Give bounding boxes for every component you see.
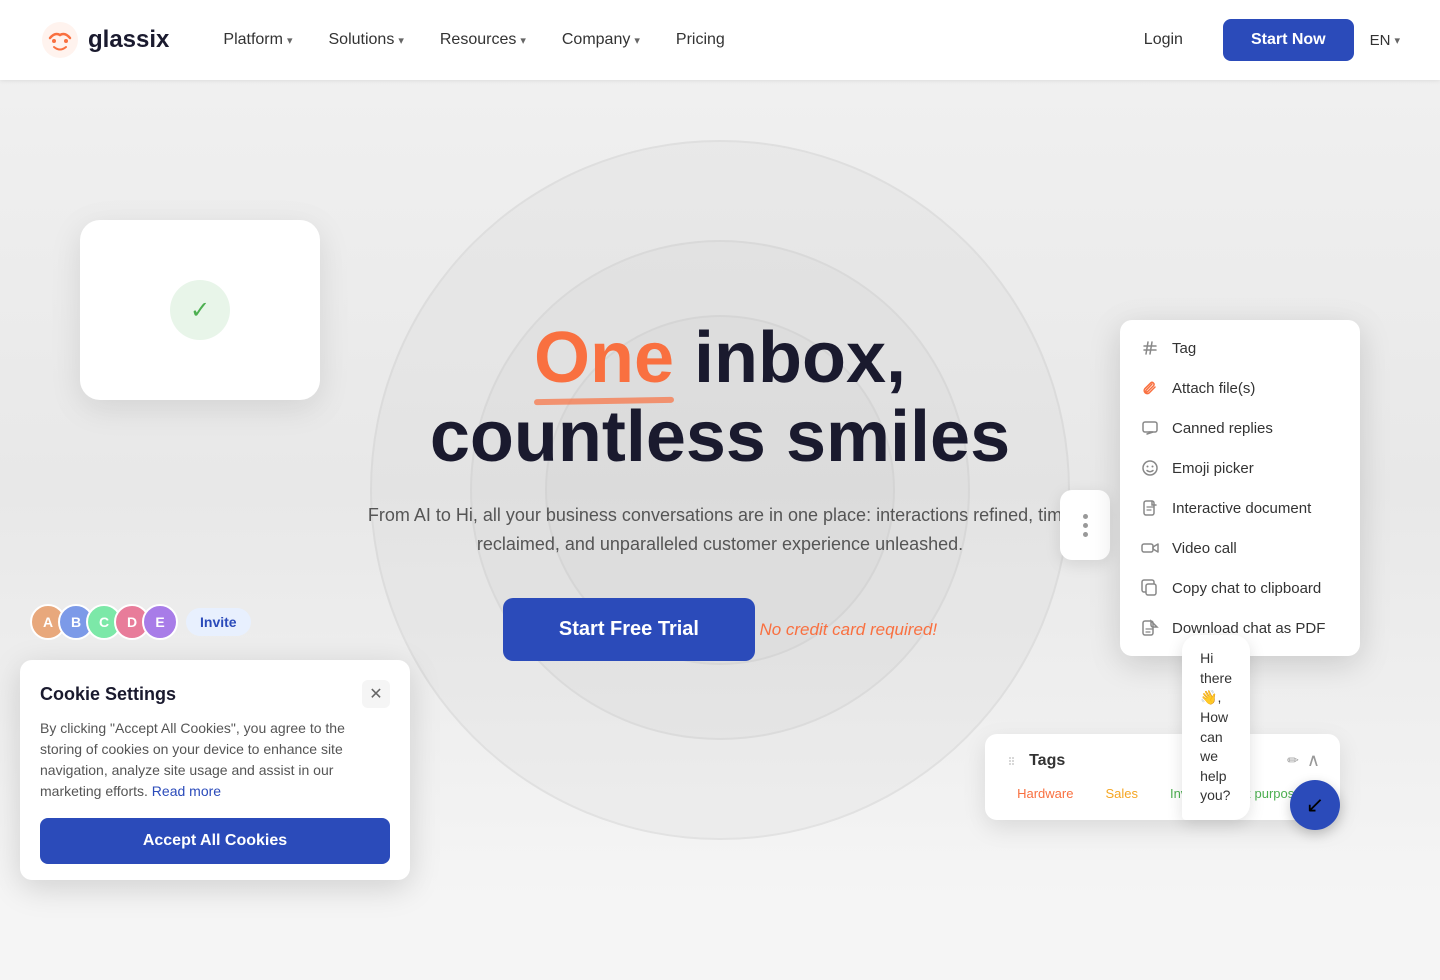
cookie-title: Cookie Settings (40, 684, 176, 705)
menu-item-video[interactable]: Video call (1120, 528, 1360, 568)
drag-icon (1005, 753, 1021, 769)
invite-card: A B C D E Invite (30, 604, 251, 640)
menu-item-document[interactable]: Interactive document (1120, 488, 1360, 528)
dot (1083, 532, 1088, 537)
dot (1083, 514, 1088, 519)
menu-item-canned[interactable]: Canned replies (1120, 408, 1360, 448)
hero-title: One inbox, countless smiles (330, 319, 1110, 477)
login-button[interactable]: Login (1120, 21, 1207, 59)
avatar: E (142, 604, 178, 640)
chevron-down-icon: ▾ (287, 34, 293, 47)
tags-header: Tags ✏ ∧ (1005, 750, 1320, 771)
chat-line2: How can we help you? (1200, 708, 1232, 806)
cookie-header: Cookie Settings ✕ (40, 680, 390, 708)
nav-company[interactable]: Company ▾ (548, 23, 654, 57)
nav-resources[interactable]: Resources ▾ (426, 23, 540, 57)
nav-right: Login Start Now EN ▾ (1120, 19, 1400, 61)
dot (1083, 523, 1088, 528)
three-dots-menu[interactable] (1060, 490, 1110, 560)
tag-hardware[interactable]: Hardware (1005, 783, 1085, 804)
chat-bubble: Hi there 👋, How can we help you? (1182, 635, 1250, 820)
language-selector[interactable]: EN ▾ (1370, 32, 1400, 49)
cookie-body: By clicking "Accept All Cookies", you ag… (40, 718, 390, 802)
context-menu: Tag Attach file(s) Canned replies Emoji … (1120, 320, 1360, 656)
chat-avatar-button[interactable]: ↙ (1290, 780, 1340, 830)
check-circle: ✓ (170, 280, 230, 340)
navbar: glassix Platform ▾ Solutions ▾ Resources… (0, 0, 1440, 80)
tag-sales[interactable]: Sales (1093, 783, 1150, 804)
logo-icon (40, 20, 80, 60)
avatar-group: A B C D E (30, 604, 178, 640)
chevron-down-icon: ▾ (634, 34, 640, 47)
nav-platform[interactable]: Platform ▾ (209, 23, 306, 57)
cookie-banner: Cookie Settings ✕ By clicking "Accept Al… (20, 660, 410, 880)
invite-button[interactable]: Invite (186, 608, 251, 636)
menu-item-attach[interactable]: Attach file(s) (1120, 368, 1360, 408)
hero-content: One inbox, countless smiles From AI to H… (330, 319, 1110, 662)
chevron-down-icon: ▾ (398, 34, 404, 47)
hero-title-highlight: One (534, 318, 674, 398)
check-card: ✓ (80, 220, 320, 400)
start-free-trial-button[interactable]: Start Free Trial (503, 598, 755, 661)
edit-icon[interactable]: ✏ (1287, 752, 1299, 769)
logo[interactable]: glassix (40, 20, 169, 60)
nav-solutions[interactable]: Solutions ▾ (315, 23, 418, 57)
tags-card: Tags ✏ ∧ Hardware Sales Invoice for tax … (985, 734, 1340, 820)
reply-icon (1140, 418, 1160, 438)
tags-list: Hardware Sales Invoice for tax purposes (1005, 783, 1320, 804)
menu-item-tag[interactable]: Tag (1120, 328, 1360, 368)
nav-links: Platform ▾ Solutions ▾ Resources ▾ Compa… (209, 23, 1119, 57)
document-icon (1140, 498, 1160, 518)
start-now-button[interactable]: Start Now (1223, 19, 1354, 61)
chevron-down-icon: ▾ (520, 34, 526, 47)
hash-icon (1140, 338, 1160, 358)
video-icon (1140, 538, 1160, 558)
menu-item-copy-chat[interactable]: Copy chat to clipboard (1120, 568, 1360, 608)
emoji-icon (1140, 458, 1160, 478)
menu-item-emoji[interactable]: Emoji picker (1120, 448, 1360, 488)
logo-text: glassix (88, 26, 169, 54)
pdf-icon (1140, 618, 1160, 638)
cookie-read-more-link[interactable]: Read more (152, 783, 221, 799)
no-cc-text: No credit card required! (759, 620, 937, 640)
collapse-icon[interactable]: ∧ (1307, 750, 1320, 771)
copy-icon (1140, 578, 1160, 598)
paperclip-icon (1140, 378, 1160, 398)
chevron-down-icon: ▾ (1394, 34, 1400, 47)
cookie-close-button[interactable]: ✕ (362, 680, 390, 708)
accept-all-cookies-button[interactable]: Accept All Cookies (40, 818, 390, 864)
hero-subtitle: From AI to Hi, all your business convers… (330, 501, 1110, 559)
nav-pricing[interactable]: Pricing (662, 23, 739, 57)
chat-line1: Hi there 👋, (1200, 649, 1232, 708)
